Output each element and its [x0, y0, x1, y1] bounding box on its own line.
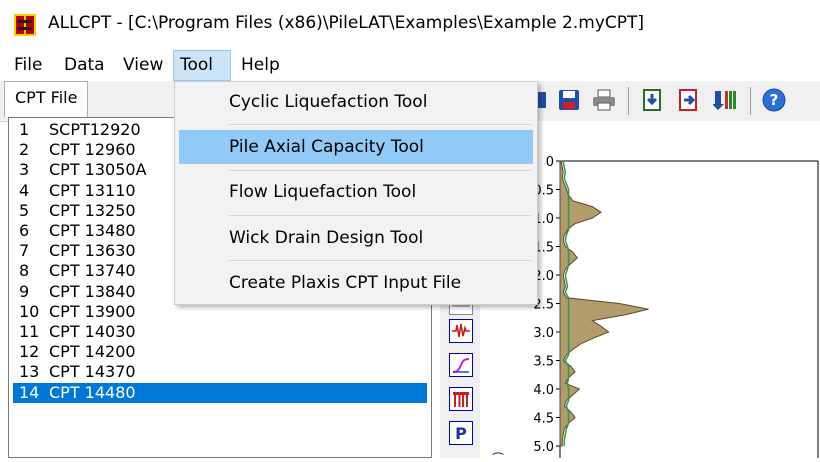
save-icon[interactable] — [557, 88, 581, 112]
print-icon[interactable] — [592, 88, 616, 112]
y-tick-label: 4.0 — [533, 383, 554, 398]
list-item-name: CPT 13740 — [49, 261, 136, 281]
list-item-number: 14 — [19, 382, 40, 402]
list-item-number: 10 — [19, 301, 40, 321]
list-item-number: 6 — [19, 221, 30, 240]
list-item-name: CPT 13250 — [49, 200, 136, 220]
list-item-name: CPT 13480 — [49, 221, 136, 240]
help-icon[interactable]: ? — [762, 88, 786, 112]
import-icon[interactable] — [641, 88, 665, 112]
menu-data[interactable]: Data — [58, 50, 111, 81]
menu-separator — [229, 124, 531, 125]
y-tick-label: 4.5 — [533, 412, 554, 427]
menu-separator — [229, 215, 531, 216]
list-item-name: CPT 13900 — [49, 301, 136, 321]
curve-icon[interactable] — [449, 353, 473, 377]
tool-menu-dropdown: Cyclic Liquefaction Tool Pile Axial Capa… — [174, 81, 538, 305]
svg-text:?: ? — [770, 91, 779, 109]
list-item-number: 5 — [19, 200, 30, 220]
menu-view[interactable]: View — [117, 50, 169, 81]
list-item-name: CPT 13630 — [49, 241, 136, 261]
list-item-number: 1 — [19, 120, 30, 139]
list-item-number: 7 — [19, 241, 30, 261]
list-item-number: 8 — [19, 261, 30, 281]
list-item-name: CPT 14030 — [49, 322, 136, 341]
list-item-name: CPT 14480 — [49, 382, 136, 402]
menu-item-cyclic-liquefaction[interactable]: Cyclic Liquefaction Tool — [179, 85, 533, 119]
list-item-number: 9 — [19, 281, 30, 301]
list-item-number: 13 — [19, 362, 40, 382]
chart-axis-label-fragment: ) — [491, 451, 505, 456]
list-item-name: CPT 13110 — [49, 180, 136, 200]
menu-item-pile-axial-capacity[interactable]: Pile Axial Capacity Tool — [179, 130, 533, 164]
menu-tool[interactable]: Tool — [173, 50, 231, 81]
list-item-number: 3 — [19, 160, 30, 180]
export-icon[interactable] — [677, 88, 701, 112]
y-tick-label: 0 — [546, 155, 554, 170]
menu-bar: File Data View Tool Help — [0, 50, 820, 81]
list-item[interactable]: 14 CPT 14480 — [13, 382, 427, 403]
pile-group-icon[interactable] — [449, 387, 473, 411]
menu-help[interactable]: Help — [235, 50, 286, 81]
title-bar: ALLCPT - [C:\Program Files (x86)\PileLAT… — [0, 0, 820, 50]
app-icon — [14, 14, 36, 36]
list-item-name: CPT 12960 — [49, 140, 136, 160]
list-item[interactable]: 13 CPT 14370 — [13, 362, 427, 382]
menu-separator — [229, 170, 531, 171]
menu-file[interactable]: File — [8, 50, 48, 81]
waveform-icon[interactable] — [449, 319, 473, 343]
list-item-name: CPT 14370 — [49, 362, 136, 382]
list-item-number: 2 — [19, 140, 30, 160]
list-item-name: CPT 14200 — [49, 342, 136, 362]
list-item-name: SCPT12920 — [49, 120, 141, 139]
y-tick-label: 3.5 — [533, 355, 554, 370]
plaxis-icon[interactable]: P — [449, 421, 473, 445]
list-item[interactable]: 11 CPT 14030 — [13, 322, 427, 342]
columns-icon[interactable] — [713, 88, 737, 112]
list-item-number: 11 — [19, 322, 40, 341]
list-item-number: 4 — [19, 180, 30, 200]
tab-cpt-file[interactable]: CPT File — [4, 81, 88, 117]
menu-item-flow-liquefaction[interactable]: Flow Liquefaction Tool — [179, 175, 533, 209]
list-item-name: CPT 13840 — [49, 281, 136, 301]
y-tick-label: 5.0 — [533, 440, 554, 455]
menu-item-create-plaxis-input[interactable]: Create Plaxis CPT Input File — [179, 266, 533, 300]
window-title: ALLCPT - [C:\Program Files (x86)\PileLAT… — [48, 13, 645, 33]
y-tick-label: 3.0 — [533, 326, 554, 341]
toolbar-separator — [628, 87, 629, 115]
menu-separator — [229, 260, 531, 261]
list-item-name: CPT 13050A — [49, 160, 147, 180]
toolbar-separator — [750, 87, 751, 115]
menu-item-wick-drain-design[interactable]: Wick Drain Design Tool — [179, 221, 533, 255]
list-item[interactable]: 12 CPT 14200 — [13, 342, 427, 362]
cpt-area-series — [559, 160, 649, 447]
list-item-number: 12 — [19, 342, 40, 362]
